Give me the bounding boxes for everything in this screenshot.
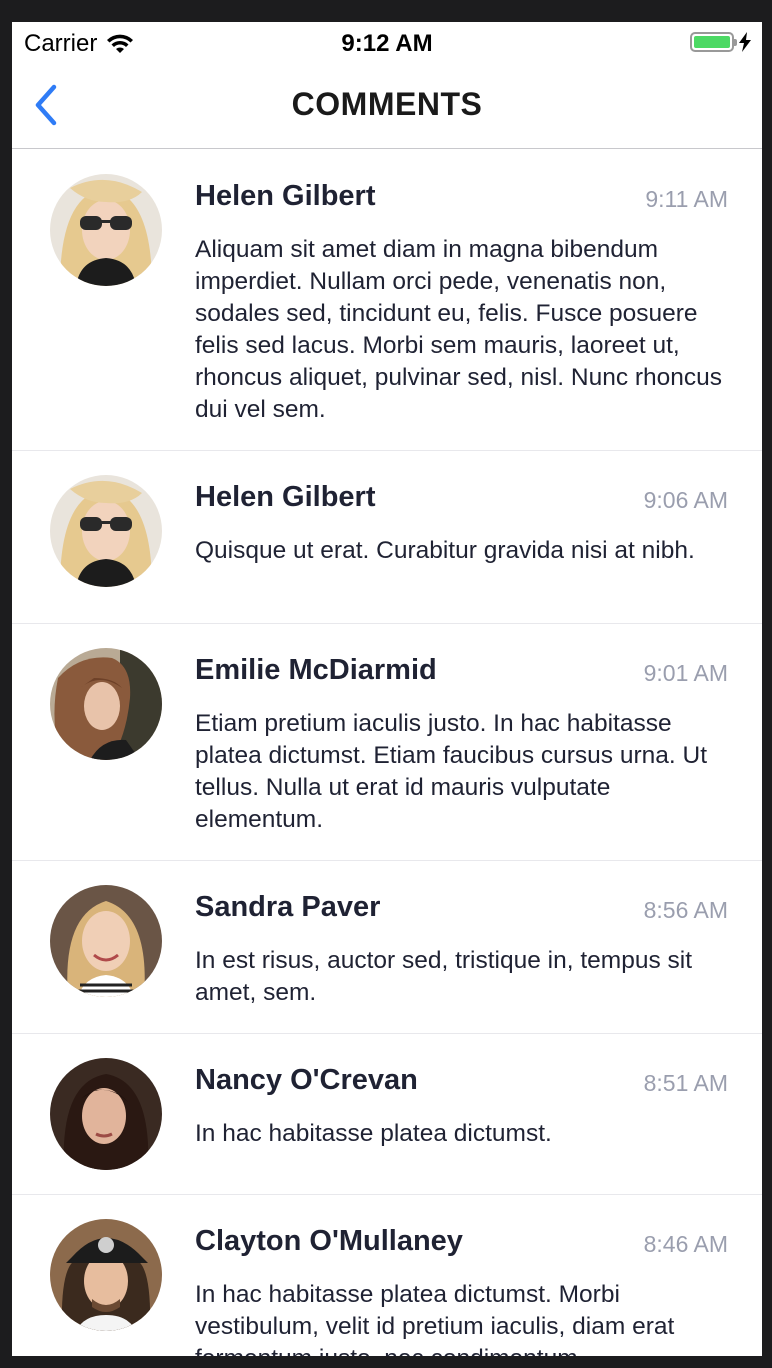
comment-body: In hac habitasse platea dictumst.	[195, 1120, 552, 1147]
avatar[interactable]	[50, 648, 162, 760]
battery-indicator	[690, 32, 752, 52]
comment-author[interactable]: Nancy O'Crevan	[195, 1064, 418, 1097]
comment-author[interactable]: Helen Gilbert	[195, 481, 376, 514]
avatar-image-clayton-omullaney	[50, 1219, 162, 1331]
navigation-bar: COMMENTS	[12, 62, 762, 149]
comment-item[interactable]: Emilie McDiarmid 9:01 AM Etiam pretium i…	[12, 624, 762, 861]
avatar[interactable]	[50, 885, 162, 997]
comment-timestamp: 9:06 AM	[643, 487, 728, 513]
avatar-image-emilie-mcdiarmid	[50, 648, 162, 760]
comment-body: Quisque ut erat. Curabitur gravida nisi …	[195, 537, 695, 564]
comment-timestamp: 8:56 AM	[643, 897, 728, 923]
charging-bolt-icon	[738, 32, 752, 52]
avatar[interactable]	[50, 475, 162, 587]
comment-item[interactable]: Helen Gilbert 9:06 AM Quisque ut erat. C…	[12, 451, 762, 624]
comment-timestamp: 9:11 AM	[645, 186, 728, 212]
battery-icon	[690, 32, 737, 52]
comment-item[interactable]: Clayton O'Mullaney 8:46 AM In hac habita…	[12, 1195, 762, 1356]
comment-author[interactable]: Helen Gilbert	[195, 180, 376, 213]
battery-level-fill	[694, 36, 730, 48]
avatar-image-helen-gilbert	[50, 475, 162, 587]
avatar-image-nancy-ocrevan	[50, 1058, 162, 1170]
comment-item[interactable]: Sandra Paver 8:56 AM In est risus, aucto…	[12, 861, 762, 1034]
avatar[interactable]	[50, 1058, 162, 1170]
status-bar: Carrier 9:12 AM	[12, 22, 762, 62]
comment-body: In hac habitasse platea dictumst. Morbi …	[195, 1281, 675, 1356]
status-clock: 9:12 AM	[341, 30, 433, 57]
avatar-image-helen-gilbert	[50, 174, 162, 286]
phone-screen: Carrier 9:12 AM COMMENTS Helen Gilbert 9…	[12, 22, 762, 1356]
comment-item[interactable]: Helen Gilbert 9:11 AM Aliquam sit amet d…	[12, 150, 762, 451]
comment-timestamp: 8:46 AM	[643, 1231, 728, 1257]
comment-body: Etiam pretium iaculis justo. In hac habi…	[195, 710, 707, 833]
comment-body: In est risus, auctor sed, tristique in, …	[195, 947, 693, 1006]
avatar[interactable]	[50, 174, 162, 286]
avatar-image-sandra-paver	[50, 885, 162, 997]
page-title: COMMENTS	[291, 86, 483, 122]
comment-author[interactable]: Emilie McDiarmid	[195, 654, 437, 687]
comment-timestamp: 8:51 AM	[643, 1070, 728, 1096]
comment-timestamp: 9:01 AM	[643, 660, 728, 686]
comment-body: Aliquam sit amet diam in magna bibendum …	[195, 236, 723, 423]
comment-author[interactable]: Clayton O'Mullaney	[195, 1225, 463, 1258]
comment-item[interactable]: Nancy O'Crevan 8:51 AM In hac habitasse …	[12, 1034, 762, 1195]
comment-list: Helen Gilbert 9:11 AM Aliquam sit amet d…	[12, 150, 762, 1356]
avatar[interactable]	[50, 1219, 162, 1331]
comment-author[interactable]: Sandra Paver	[195, 891, 380, 924]
